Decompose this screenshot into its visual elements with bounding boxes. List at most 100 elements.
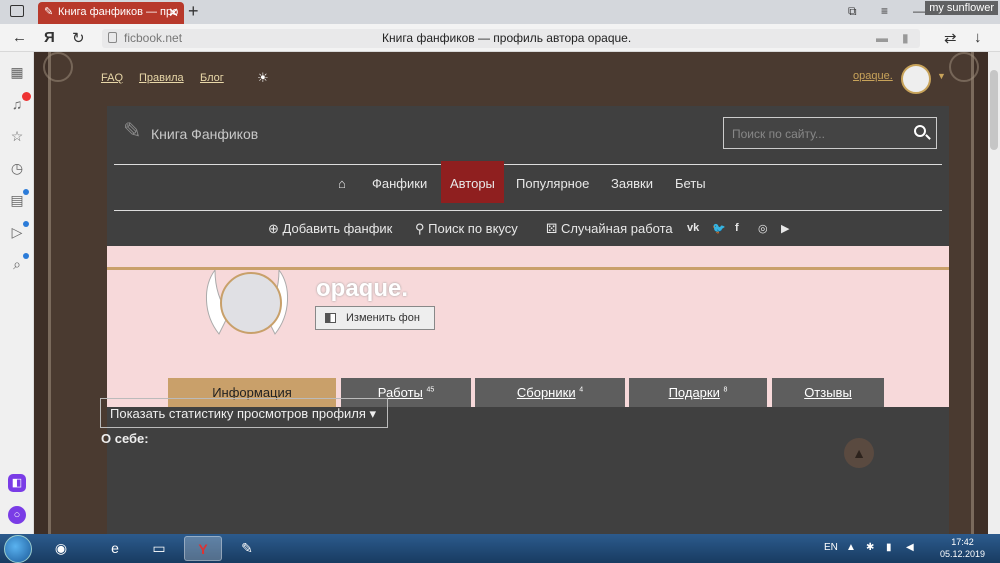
add-fanfic-label: Добавить фанфик	[282, 221, 393, 236]
divider	[114, 164, 942, 165]
folder-taskbar-icon[interactable]: ▭	[140, 536, 178, 561]
tab-bar: ✎ Книга фанфиков — про ✕ + ⧉ ≡ — my sunf…	[0, 0, 1000, 24]
decorative-frame: FAQ Правила Блог ☀ opaque. ▼ ✎ Книга Фан…	[43, 52, 979, 534]
lock-icon	[108, 32, 117, 43]
tab-label: Отзывы	[804, 385, 852, 400]
random-work-link[interactable]: ⚄ Случайная работа	[546, 221, 673, 237]
tray-icon[interactable]: ▲	[846, 542, 856, 553]
tab-count: 8	[723, 386, 728, 394]
site-search-input[interactable]: Поиск по сайту...	[723, 117, 937, 149]
tab-label: Подарки	[668, 385, 720, 400]
tab-gifts[interactable]: Подарки 8	[629, 378, 767, 407]
dice-icon: ⚄	[546, 221, 558, 236]
scrollbar-thumb[interactable]	[990, 70, 998, 150]
watermark: my sunflower	[925, 1, 998, 15]
main-panel: ✎ Книга Фанфиков Поиск по сайту... ⌂ Фан…	[107, 106, 949, 534]
scrollbar[interactable]	[988, 52, 1000, 534]
collections-icon[interactable]: ▤	[9, 192, 25, 208]
facebook-icon[interactable]: f	[735, 222, 739, 234]
update-dot	[23, 221, 29, 227]
new-tab-button[interactable]: +	[188, 1, 199, 22]
tab-collections[interactable]: Сборники 4	[475, 378, 625, 407]
change-background-label: Изменить фон	[346, 312, 420, 324]
translate-icon[interactable]: ⇄	[944, 29, 957, 47]
language-indicator[interactable]: EN	[824, 542, 838, 553]
home-icon[interactable]: ⌂	[338, 176, 346, 191]
profile-avatar	[220, 272, 282, 334]
url-domain: ficbook.net	[124, 31, 183, 45]
menu-betas[interactable]: Беты	[675, 176, 706, 191]
alice-taskbar-icon[interactable]: ◉	[42, 536, 80, 561]
ie-taskbar-icon[interactable]: e	[96, 536, 134, 561]
clock-time: 17:42	[951, 537, 974, 547]
blog-link[interactable]: Блог	[200, 72, 224, 84]
tab-underline	[107, 267, 949, 270]
user-profile-link[interactable]: opaque.	[853, 70, 893, 82]
menu-icon[interactable]: ≡	[881, 4, 888, 18]
network-icon[interactable]: ▮	[886, 542, 892, 553]
start-button[interactable]	[4, 535, 32, 563]
play-icon[interactable]: ▷	[9, 224, 25, 240]
window-menu-icon[interactable]	[10, 5, 24, 17]
tab-reviews[interactable]: Отзывы	[772, 378, 884, 407]
search-placeholder: Поиск по сайту...	[732, 127, 825, 141]
twitter-icon[interactable]: 🐦	[712, 222, 726, 235]
site-logo[interactable]: Книга Фанфиков	[151, 126, 258, 142]
paint-taskbar-icon[interactable]: ✎	[228, 536, 266, 561]
minimize-icon[interactable]: —	[913, 4, 925, 18]
theme-sun-icon[interactable]: ☀	[257, 70, 269, 86]
grid-icon[interactable]: ▦	[9, 64, 25, 80]
update-dot	[23, 189, 29, 195]
bookmark-list-icon[interactable]: ⧉	[848, 4, 857, 19]
profile-header: opaque. Изменить фон Информация Работы 4…	[107, 246, 949, 407]
tab-count: 45	[426, 386, 435, 394]
bluetooth-icon[interactable]: ✱	[866, 542, 874, 553]
youtube-icon[interactable]: ▶	[781, 222, 789, 235]
reader-icon[interactable]: ▬	[876, 31, 888, 45]
browser-tab[interactable]: ✎ Книга фанфиков — про ✕	[38, 2, 184, 24]
divider	[114, 210, 942, 211]
volume-icon[interactable]: ◀	[906, 542, 914, 553]
back-icon[interactable]: ←	[12, 29, 27, 46]
faq-link[interactable]: FAQ	[101, 72, 123, 84]
browser-sidebar: ▦ ♫ ☆ ◷ ▤ ▷ ⌕ ◧ ○	[0, 52, 34, 534]
user-avatar[interactable]	[901, 64, 931, 94]
web-page: FAQ Правила Блог ☀ opaque. ▼ ✎ Книга Фан…	[34, 52, 988, 534]
menu-authors[interactable]: Авторы	[450, 176, 495, 191]
background-icon	[325, 313, 336, 323]
plus-circle-icon: ⊕	[268, 221, 279, 236]
scroll-top-button[interactable]: ▲	[844, 438, 874, 468]
taste-search-link[interactable]: ⚲ Поиск по вкусу	[415, 221, 518, 237]
close-tab-icon[interactable]: ✕	[168, 5, 179, 21]
rules-link[interactable]: Правила	[139, 72, 184, 84]
bookmark-icon[interactable]: ▮	[902, 31, 909, 45]
yandex-browser-taskbar-icon[interactable]: Y	[184, 536, 222, 561]
menu-popular[interactable]: Популярное	[516, 176, 589, 191]
about-heading: О себе:	[101, 431, 149, 446]
search-doc-icon[interactable]: ⌕	[9, 256, 25, 272]
clock[interactable]: 17:42 05.12.2019	[940, 536, 985, 560]
caret-down-icon[interactable]: ▼	[937, 71, 946, 81]
random-work-label: Случайная работа	[560, 221, 673, 236]
star-icon[interactable]: ☆	[9, 128, 25, 144]
yandex-icon[interactable]: Я	[44, 29, 55, 46]
alice-app-icon[interactable]: ◧	[8, 474, 26, 492]
download-icon[interactable]: ↓	[974, 29, 982, 46]
alice-voice-icon[interactable]: ○	[8, 506, 26, 524]
update-dot	[23, 253, 29, 259]
reload-icon[interactable]: ↻	[72, 29, 85, 47]
search-icon[interactable]	[914, 125, 926, 137]
instagram-icon[interactable]: ◎	[758, 222, 768, 235]
url-field[interactable]: ficbook.net Книга фанфиков — профиль авт…	[102, 29, 920, 48]
tab-count: 4	[579, 386, 584, 394]
menu-requests[interactable]: Заявки	[611, 176, 653, 191]
vk-icon[interactable]: vk	[687, 222, 699, 234]
history-icon[interactable]: ◷	[9, 160, 25, 176]
add-fanfic-link[interactable]: ⊕ Добавить фанфик	[268, 221, 392, 237]
feather-icon: ✎	[44, 6, 54, 18]
tab-label: Сборники	[516, 385, 576, 400]
address-bar: ← Я ↻ ficbook.net Книга фанфиков — профи…	[0, 24, 1000, 52]
show-stats-button[interactable]: Показать статистику просмотров профиля ▾	[100, 398, 388, 428]
menu-fanfics[interactable]: Фанфики	[372, 176, 427, 191]
change-background-button[interactable]: Изменить фон	[315, 306, 435, 330]
